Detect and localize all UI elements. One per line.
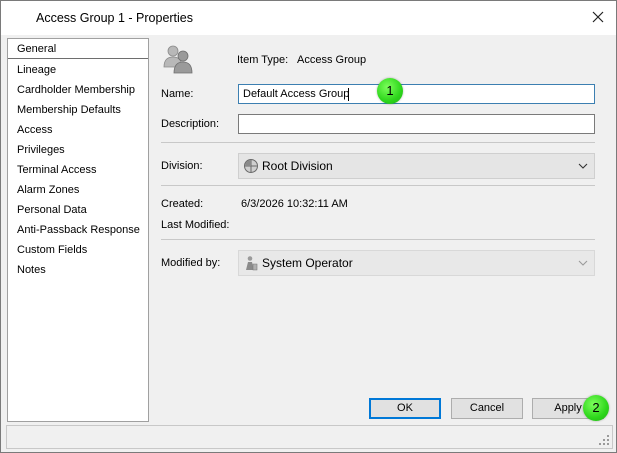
last-modified-label: Last Modified: bbox=[161, 219, 230, 231]
item-type-value: Access Group bbox=[297, 54, 367, 66]
close-icon bbox=[592, 11, 604, 23]
step-marker-2: 2 bbox=[583, 395, 609, 421]
sidebar-item-personal-data[interactable]: Personal Data bbox=[8, 200, 148, 220]
sidebar-item-label: General bbox=[17, 43, 57, 55]
sidebar-item-cardholder-membership[interactable]: Cardholder Membership bbox=[8, 80, 148, 100]
divider bbox=[161, 239, 595, 240]
access-group-icon bbox=[163, 45, 193, 74]
status-bar bbox=[6, 425, 613, 449]
sidebar-item-terminal-access[interactable]: Terminal Access bbox=[8, 160, 148, 180]
sidebar-item-label: Notes bbox=[17, 264, 46, 276]
sidebar-item-label: Personal Data bbox=[17, 204, 87, 216]
sidebar-item-label: Lineage bbox=[17, 64, 57, 76]
sidebar-item-label: Alarm Zones bbox=[17, 184, 80, 196]
chevron-down-icon bbox=[578, 260, 588, 266]
sidebar-item-membership-defaults[interactable]: Membership Defaults bbox=[8, 100, 148, 120]
ok-button[interactable]: OK bbox=[369, 398, 441, 419]
sidebar-item-notes[interactable]: Notes bbox=[8, 260, 148, 280]
window-title: Access Group 1 - Properties bbox=[36, 11, 194, 25]
sidebar-item-label: Custom Fields bbox=[17, 244, 88, 256]
divider bbox=[161, 185, 595, 186]
created-label: Created: bbox=[161, 198, 204, 210]
sidebar-item-custom-fields[interactable]: Custom Fields bbox=[8, 240, 148, 260]
sidebar-item-privileges[interactable]: Privileges bbox=[8, 140, 148, 160]
sidebar-item-label: Membership Defaults bbox=[17, 104, 121, 116]
category-list[interactable]: General Lineage Cardholder Membership Me… bbox=[7, 38, 149, 422]
title-bar[interactable]: Access Group 1 - Properties bbox=[1, 1, 616, 35]
cancel-button[interactable]: Cancel bbox=[451, 398, 523, 419]
name-field[interactable]: Default Access Group bbox=[238, 84, 595, 104]
sidebar-item-access[interactable]: Access bbox=[8, 120, 148, 140]
division-label: Division: bbox=[161, 160, 203, 172]
chevron-down-icon bbox=[578, 163, 588, 169]
description-field[interactable] bbox=[238, 114, 595, 134]
resize-grip-icon[interactable] bbox=[598, 434, 610, 446]
division-dropdown[interactable]: Root Division bbox=[238, 153, 595, 179]
sidebar-item-label: Cardholder Membership bbox=[17, 84, 135, 96]
created-value: 6/3/2026 10:32:11 AM bbox=[241, 198, 348, 210]
sidebar-item-label: Privileges bbox=[17, 144, 65, 156]
close-button[interactable] bbox=[590, 9, 606, 25]
description-label: Description: bbox=[161, 118, 220, 130]
sidebar-item-general[interactable]: General bbox=[8, 39, 148, 59]
sidebar-item-lineage[interactable]: Lineage bbox=[8, 60, 148, 80]
sidebar-item-alarm-zones[interactable]: Alarm Zones bbox=[8, 180, 148, 200]
modified-by-value: System Operator bbox=[262, 256, 353, 270]
division-value: Root Division bbox=[262, 159, 333, 173]
name-field-value: Default Access Group bbox=[243, 88, 350, 100]
modified-by-dropdown[interactable]: System Operator bbox=[238, 250, 595, 276]
properties-window: Access Group 1 - Properties General Line… bbox=[0, 0, 617, 453]
text-caret bbox=[348, 88, 349, 101]
division-icon bbox=[244, 159, 258, 173]
sidebar-item-label: Anti-Passback Response bbox=[17, 224, 140, 236]
step-marker-1: 1 bbox=[377, 78, 403, 104]
operator-icon bbox=[246, 256, 258, 271]
modified-by-label: Modified by: bbox=[161, 257, 221, 269]
divider bbox=[161, 142, 595, 143]
sidebar-item-anti-passback-response[interactable]: Anti-Passback Response bbox=[8, 220, 148, 240]
name-label: Name: bbox=[161, 88, 194, 100]
item-type-label: Item Type: bbox=[237, 54, 289, 66]
sidebar-item-label: Access bbox=[17, 124, 53, 136]
sidebar-item-label: Terminal Access bbox=[17, 164, 97, 176]
